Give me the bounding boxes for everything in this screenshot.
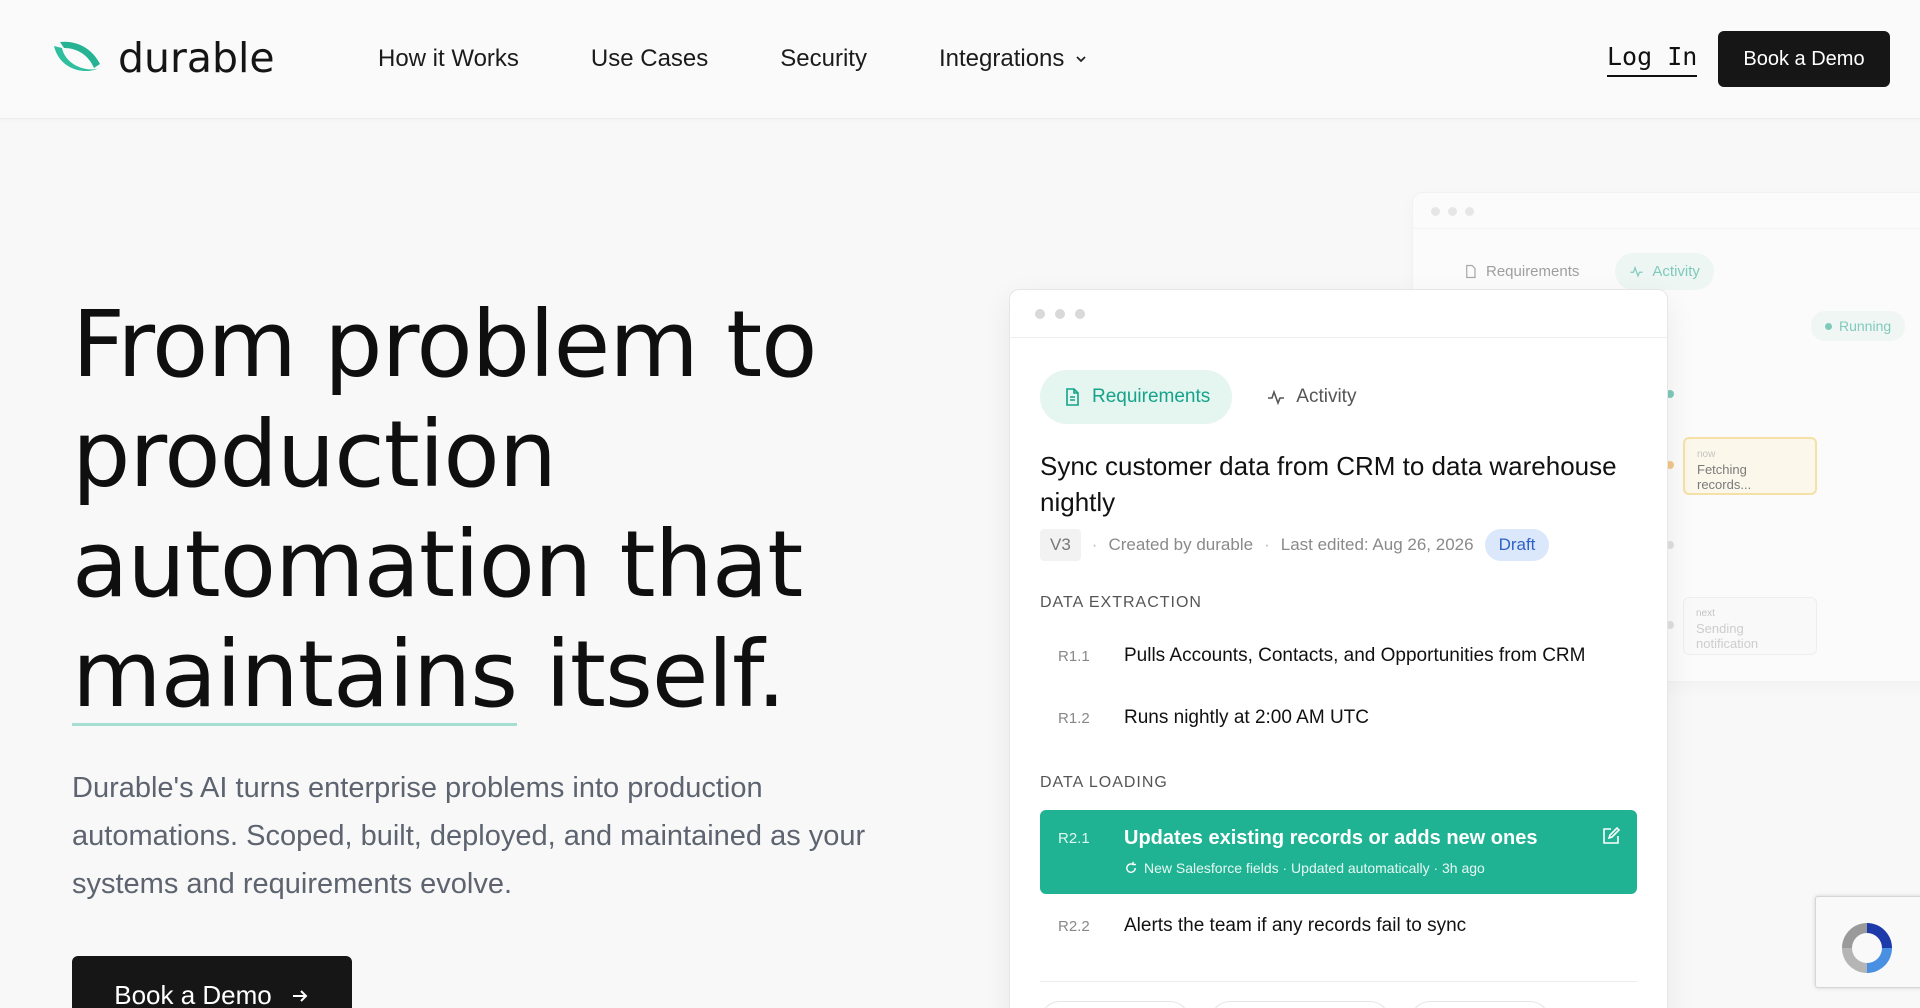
back-tab-activity[interactable]: Activity xyxy=(1615,253,1714,290)
requirements-card: Requirements Activity Sync customer data… xyxy=(1009,289,1668,1008)
tab-activity[interactable]: Activity xyxy=(1244,370,1378,424)
auto-update-note: New Salesforce fields · Updated automati… xyxy=(1144,860,1485,876)
action-pill[interactable] xyxy=(1210,1001,1390,1008)
requirement-row[interactable]: R1.2 Runs nightly at 2:00 AM UTC xyxy=(1040,688,1637,748)
hero-subtitle: Durable's AI turns enterprise problems i… xyxy=(72,772,866,900)
book-demo-button[interactable]: Book a Demo xyxy=(1718,31,1890,87)
activity-icon xyxy=(1630,265,1643,278)
section-data-extraction: DATA EXTRACTION xyxy=(1040,594,1202,611)
top-navbar: durable How it Works Use Cases Security … xyxy=(0,0,1920,119)
document-icon xyxy=(1066,388,1079,406)
nav-integrations[interactable]: Integrations xyxy=(939,45,1088,73)
tab-requirements[interactable]: Requirements xyxy=(1040,370,1233,424)
nav-how-it-works[interactable]: How it Works xyxy=(378,45,519,73)
hero-title-underlined: maintains xyxy=(72,621,518,728)
running-status-badge: Running xyxy=(1811,311,1906,341)
main-nav: How it Works Use Cases Security Integrat… xyxy=(378,45,1088,73)
last-edited: Last edited: Aug 26, 2026 xyxy=(1280,535,1474,554)
recaptcha-icon xyxy=(1842,923,1892,973)
brand-logo[interactable]: durable xyxy=(50,34,275,82)
activity-icon xyxy=(1268,389,1285,406)
requirement-row[interactable]: R1.1 Pulls Accounts, Contacts, and Oppor… xyxy=(1040,626,1637,686)
brand-name: durable xyxy=(118,34,275,82)
window-controls xyxy=(1010,290,1667,338)
version-badge: V3 xyxy=(1040,529,1081,561)
requirement-meta: V3 · Created by durable · Last edited: A… xyxy=(1040,529,1550,561)
created-by: Created by durable xyxy=(1108,535,1254,554)
back-tab-requirements[interactable]: Requirements xyxy=(1449,253,1593,290)
chevron-down-icon xyxy=(1076,56,1087,63)
next-step: next Sending notification xyxy=(1683,597,1817,655)
section-data-loading: DATA LOADING xyxy=(1040,774,1168,791)
requirement-row-highlighted[interactable]: R2.1 Updates existing records or adds ne… xyxy=(1040,810,1637,894)
login-link[interactable]: Log In xyxy=(1607,42,1698,77)
draft-status-badge: Draft xyxy=(1484,529,1550,561)
arrow-right-icon xyxy=(292,990,308,1002)
refresh-icon xyxy=(1126,861,1136,874)
nav-security[interactable]: Security xyxy=(780,45,867,73)
requirement-title: Sync customer data from CRM to data ware… xyxy=(1040,451,1617,517)
current-step: now Fetching records... xyxy=(1683,437,1817,495)
nav-use-cases[interactable]: Use Cases xyxy=(591,45,708,73)
durable-logo-icon xyxy=(54,41,102,72)
edit-icon[interactable] xyxy=(1601,826,1621,846)
document-icon xyxy=(1466,264,1476,279)
action-pill[interactable] xyxy=(1040,1001,1190,1008)
requirement-row[interactable]: R2.2 Alerts the team if any records fail… xyxy=(1040,896,1637,956)
hero-book-demo-button[interactable]: Book a Demo xyxy=(72,956,352,1008)
action-pill[interactable] xyxy=(1410,1001,1550,1008)
recaptcha-badge[interactable] xyxy=(1815,896,1920,988)
hero-title: From problem to production automation th… xyxy=(72,291,817,728)
